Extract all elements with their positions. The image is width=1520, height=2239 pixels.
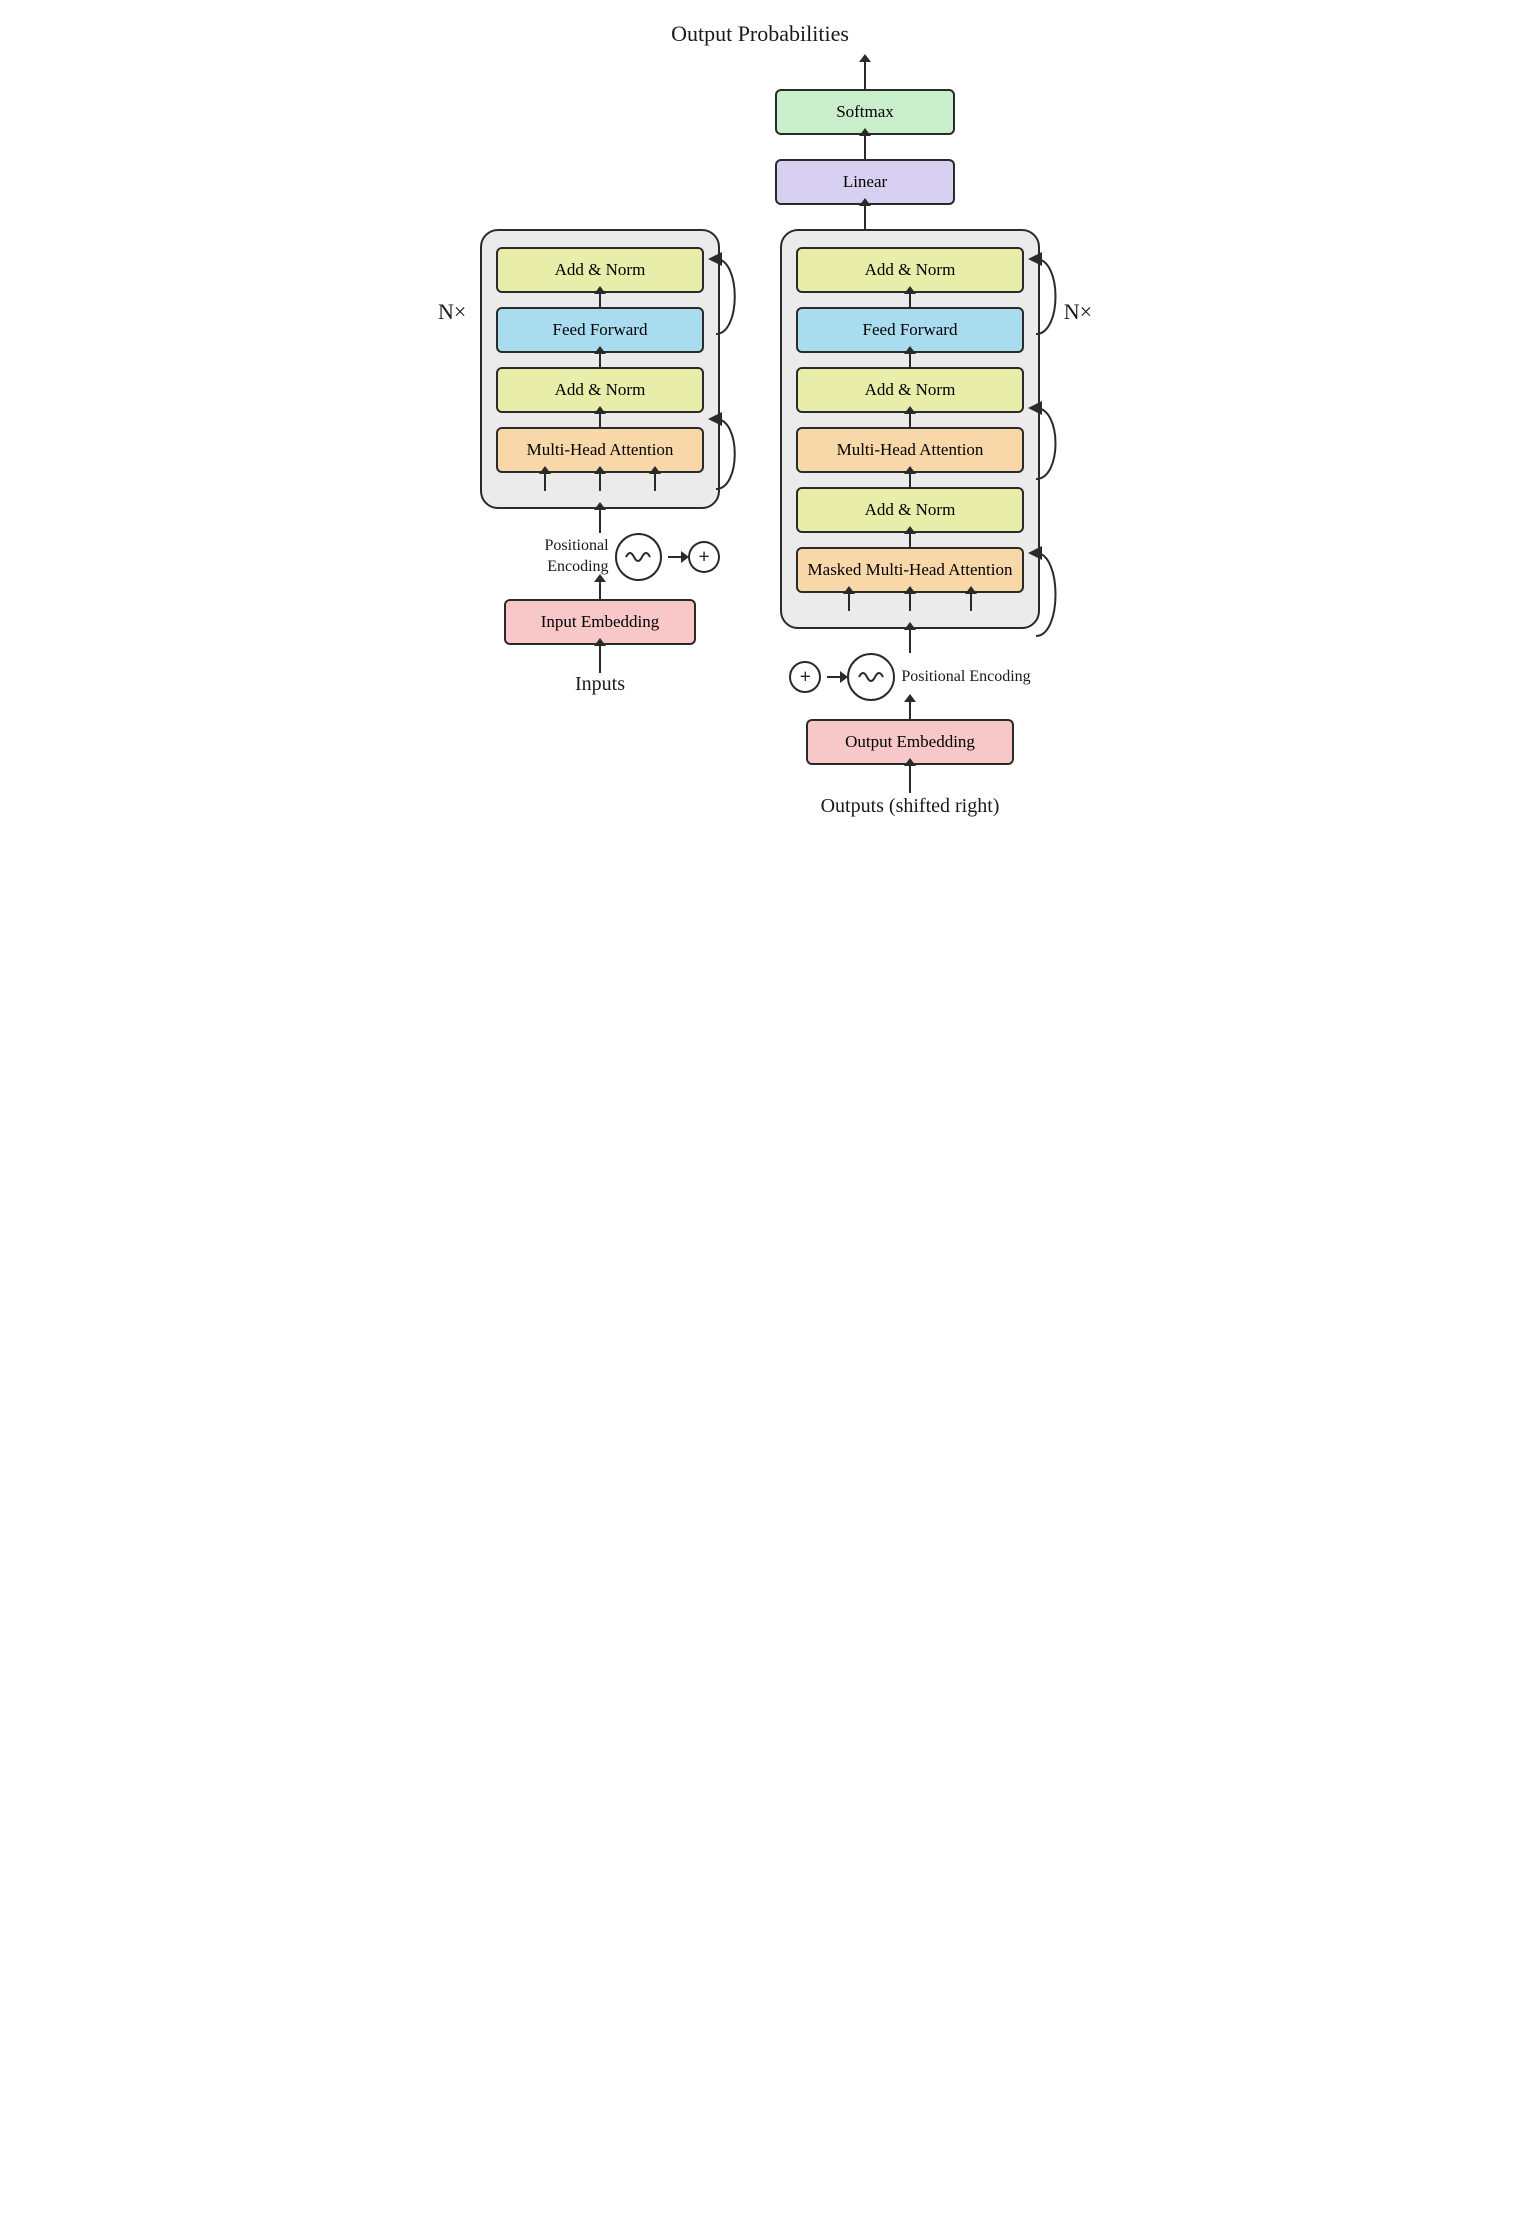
decoder-wave-circle (847, 653, 895, 701)
encoder-column: N× Add & Norm Feed Forward Add & Norm (480, 229, 720, 696)
diagram-container: Output Probabilities Softmax Linear (380, 20, 1140, 819)
decoder-skip-svg (1026, 231, 1068, 628)
decoder-wave-icon (855, 661, 887, 693)
inputs-label: Inputs (575, 673, 625, 696)
encoder-repeat-box: Add & Norm Feed Forward Add & Norm (480, 229, 720, 509)
encoder-nx-label: N× (438, 299, 466, 325)
encoder-skip-svg (706, 231, 746, 507)
decoder-plus-circle: + (789, 661, 821, 693)
outputs-label: Outputs (shifted right) (821, 793, 1000, 819)
decoder-column: N× Add & Norm Feed Forward Add & Norm (780, 229, 1040, 820)
decoder-repeat-box: Add & Norm Feed Forward Add & Norm (780, 229, 1040, 630)
encoder-wave-icon (622, 541, 654, 573)
encoder-positional-encoding-label: Positional Encoding (480, 536, 609, 578)
encoder-wave-circle (615, 533, 663, 581)
output-probabilities-title: Output Probabilities (380, 20, 1140, 49)
decoder-positional-encoding-label: Positional Encoding (901, 667, 1030, 688)
encoder-plus-circle: + (688, 541, 720, 573)
